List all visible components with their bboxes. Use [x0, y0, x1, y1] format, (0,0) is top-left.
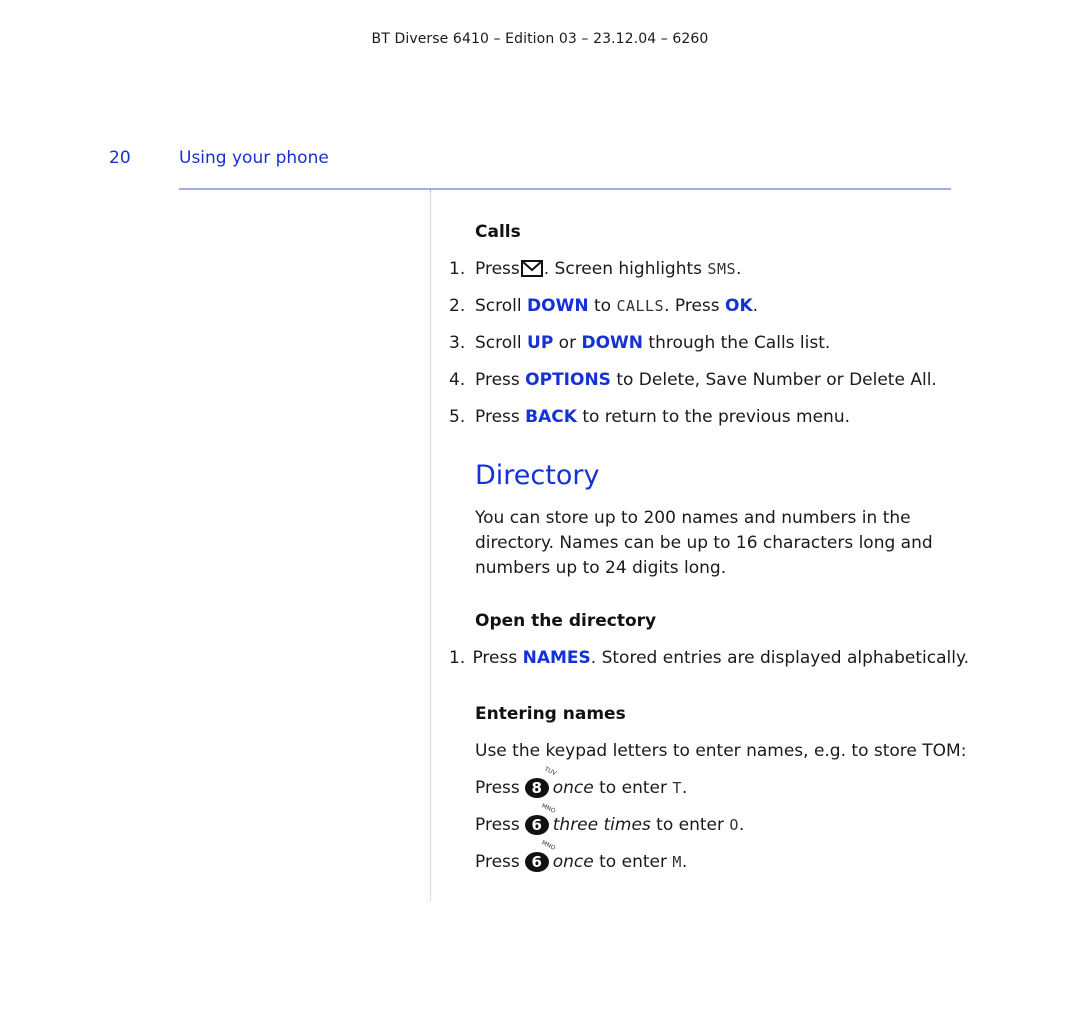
- line-text: .: [681, 851, 688, 872]
- entry-line-1: Press 8 TUV once to enter T .: [475, 765, 969, 806]
- entering-names-heading: Entering names: [475, 704, 626, 724]
- step-number: 4.: [449, 369, 466, 390]
- key-label-ok: OK: [725, 295, 753, 316]
- step-text: . Screen highlights: [543, 258, 708, 279]
- line-emphasis: three times: [552, 814, 651, 835]
- line-emphasis: once: [552, 851, 594, 872]
- step-text: Press: [475, 369, 526, 390]
- line-text: Press: [475, 851, 520, 872]
- step-text: Press: [475, 406, 526, 427]
- key-label-down: DOWN: [581, 332, 644, 353]
- step-text: to Delete, Save Number or Delete All.: [610, 369, 937, 390]
- step-number: 5.: [449, 406, 466, 427]
- lcd-text: CALLS: [616, 296, 665, 315]
- step-text: .: [736, 258, 742, 279]
- document-header: BT Diverse 6410 – Edition 03 – 23.12.04 …: [371, 31, 709, 47]
- line-text: Press: [475, 814, 520, 835]
- keypad-8-icon: 8 TUV: [524, 765, 557, 798]
- page-number: 20: [109, 148, 131, 168]
- entering-names-intro: Use the keypad letters to enter names, e…: [475, 740, 967, 761]
- step-text: . Stored entries are displayed alphabeti…: [590, 647, 969, 668]
- step-text: Scroll: [475, 295, 528, 316]
- open-directory-heading: Open the directory: [475, 611, 657, 631]
- line-text: to enter: [650, 814, 730, 835]
- directory-intro: You can store up to 200 names and number…: [475, 508, 933, 578]
- step-text: .: [752, 295, 759, 316]
- header-rule: [179, 188, 951, 190]
- lcd-text: O: [729, 815, 739, 834]
- key-label-names: NAMES: [522, 647, 591, 668]
- key-label-back: BACK: [525, 406, 577, 427]
- step-text: to return to the previous menu.: [576, 406, 851, 427]
- step-text: Press: [472, 647, 523, 668]
- step-number: 3.: [449, 332, 466, 353]
- step-text: to: [588, 295, 617, 316]
- key-label-down: DOWN: [527, 295, 589, 316]
- calls-step-5: 5. Press BACK to return to the previous …: [449, 398, 969, 435]
- key-digit: 6: [531, 852, 542, 871]
- lcd-text: T: [672, 778, 682, 797]
- keypad-6-icon: 6 MNO: [524, 802, 557, 835]
- step-text: Press: [475, 258, 520, 279]
- calls-heading: Calls: [475, 222, 521, 242]
- line-emphasis: once: [552, 777, 594, 798]
- column-divider: [430, 190, 431, 900]
- lcd-text: M: [672, 852, 682, 871]
- step-number: 1.: [449, 647, 466, 668]
- section-title: Using your phone: [179, 148, 329, 168]
- keypad-6-icon: 6 MNO: [524, 839, 557, 872]
- step-number: 2.: [449, 295, 466, 316]
- line-text: .: [681, 777, 688, 798]
- key-label-up: UP: [527, 332, 554, 353]
- calls-step-1: 1. Press . Screen highlights SMS .: [449, 250, 969, 287]
- lcd-text: SMS: [707, 259, 737, 278]
- main-content: Calls 1. Press . Screen highlights SMS .…: [449, 220, 969, 880]
- calls-step-4: 4. Press OPTIONS to Delete, Save Number …: [449, 361, 969, 398]
- step-text: Scroll: [475, 332, 528, 353]
- calls-step-3: 3. Scroll UP or DOWN through the Calls l…: [449, 324, 969, 361]
- key-digit: 6: [531, 815, 542, 834]
- open-directory-step-1: 1. Press NAMES . Stored entries are disp…: [449, 639, 969, 676]
- calls-step-2: 2. Scroll DOWN to CALLS . Press OK .: [449, 287, 969, 324]
- key-digit: 8: [531, 778, 542, 797]
- step-text: or: [553, 332, 582, 353]
- key-label-options: OPTIONS: [525, 369, 611, 390]
- entry-line-2: Press 6 MNO three times to enter O .: [475, 802, 969, 843]
- line-text: Press: [475, 777, 520, 798]
- line-text: to enter: [593, 777, 673, 798]
- entry-line-3: Press 6 MNO once to enter M .: [475, 839, 969, 880]
- step-text: . Press: [664, 295, 726, 316]
- line-text: .: [738, 814, 745, 835]
- step-text: through the Calls list.: [643, 332, 831, 353]
- envelope-icon: [520, 260, 543, 277]
- step-number: 1.: [449, 258, 466, 279]
- line-text: to enter: [593, 851, 673, 872]
- directory-title: Directory: [475, 460, 600, 491]
